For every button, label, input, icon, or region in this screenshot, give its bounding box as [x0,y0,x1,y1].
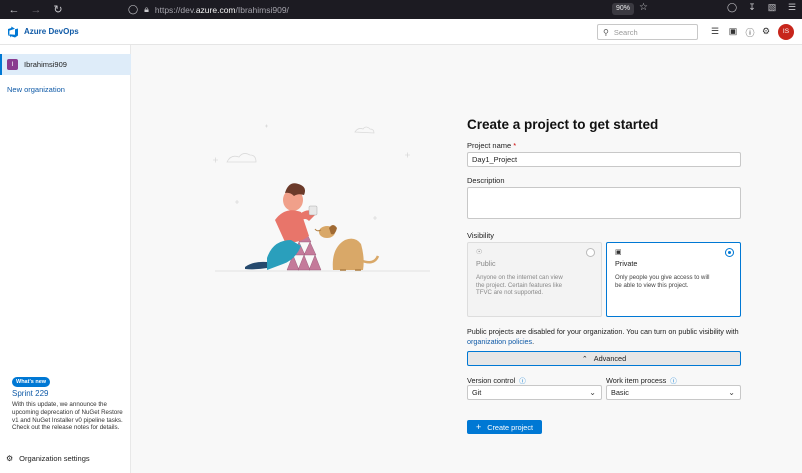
advanced-toggle-button[interactable]: ⌃ Advanced [467,351,741,366]
globe-icon: ☉ [476,249,483,256]
organization-settings-label: Organization settings [19,454,90,463]
private-radio[interactable] [725,248,734,257]
forward-icon[interactable]: → [25,4,47,16]
organization-settings-button[interactable]: ⚙ Organization settings [6,454,90,463]
create-project-label: Create project [487,422,534,432]
new-organization-link[interactable]: New organization [7,85,65,94]
org-badge: I [7,59,18,70]
help-icon[interactable]: ⓘ [744,26,756,39]
chevron-up-icon: ⌃ [581,355,588,363]
page-title: Create a project to get started [467,117,659,132]
bookmark-star-icon[interactable]: ☆ [639,2,648,13]
public-disabled-notice: Public projects are disabled for your or… [467,327,739,346]
work-item-process-select[interactable]: Basic ⌄ [606,385,741,400]
version-control-select[interactable]: Git ⌄ [467,385,602,400]
reload-icon[interactable]: ↻ [47,3,69,16]
public-option-description: Anyone on the internet can view the proj… [476,274,563,296]
sidebar: I Ibrahimsi909 New organization What's n… [0,45,131,473]
chevron-down-icon: ⌄ [728,388,735,397]
advanced-label: Advanced [593,354,627,363]
create-project-button[interactable]: + Create project [467,420,542,434]
app-header: Azure DevOps ⚲ ☰ ▣ ⓘ ⚙ IS [0,19,802,45]
user-settings-icon[interactable]: ⚙ [760,26,772,37]
info-icon[interactable]: ⓘ [519,378,526,385]
organization-policies-link[interactable]: organization policies [467,337,532,346]
brand-name[interactable]: Azure DevOps [24,27,79,36]
avatar[interactable]: IS [778,24,794,40]
list-icon[interactable]: ☰ [709,26,721,37]
description-label: Description [467,176,505,185]
extensions-icon[interactable]: ▧ [766,2,778,13]
chevron-down-icon: ⌄ [589,388,596,397]
search-icon: ⚲ [603,27,609,37]
lock-icon: ▣ [615,249,622,256]
project-name-label: Project name * [467,141,517,150]
sprint-release-link[interactable]: Sprint 229 [12,389,48,398]
work-item-process-label: Work item process ⓘ [606,376,677,385]
info-icon[interactable]: ⓘ [670,378,677,385]
zoom-level[interactable]: 90% [612,3,634,15]
shield-icon: ◯ [128,4,139,14]
visibility-label: Visibility [467,231,494,240]
project-name-input[interactable]: Day1_Project [467,152,741,167]
url-text: https://dev.azure.com/Ibrahimsi909/ [154,4,289,15]
version-control-label: Version control ⓘ [467,376,526,385]
visibility-option-public[interactable]: ☉ Public Anyone on the internet can view… [467,242,602,317]
lock-icon: 🔒︎ [144,4,149,14]
private-option-description: Only people you give access to will be a… [615,274,710,289]
sprint-release-text: With this update, we announce the upcomi… [12,401,123,432]
marketplace-bag-icon[interactable]: ▣ [727,26,739,37]
search-box[interactable]: ⚲ [597,24,698,40]
visibility-option-private[interactable]: ▣ Private Only people you give access to… [606,242,741,317]
menu-icon[interactable]: ☰ [786,2,798,13]
public-option-title: Public [476,259,496,268]
address-bar[interactable]: ◯ 🔒︎ https://dev.azure.com/Ibrahimsi909/ [128,2,658,17]
whats-new-badge: What's new [12,377,51,387]
search-input[interactable] [613,27,684,37]
gear-icon: ⚙ [6,454,14,463]
back-icon[interactable]: ← [3,4,25,16]
private-option-title: Private [615,259,638,268]
download-icon[interactable]: ↧ [746,2,758,13]
public-radio[interactable] [586,248,595,257]
org-name: Ibrahimsi909 [24,60,67,69]
pocket-icon[interactable]: ◯ [726,2,738,13]
description-textarea[interactable] [467,187,741,219]
plus-icon: + [475,422,482,432]
getting-started-illustration [213,124,430,272]
sidebar-item-organization[interactable]: I Ibrahimsi909 [0,54,131,75]
browser-toolbar: ← → ↻ ◯ 🔒︎ https://dev.azure.com/Ibrahim… [0,0,802,19]
azure-devops-logo-icon[interactable] [7,26,19,38]
